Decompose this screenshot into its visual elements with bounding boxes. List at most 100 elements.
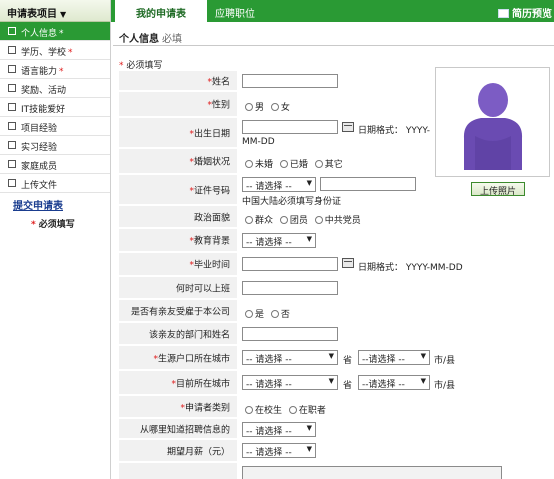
applicant-employed-label: 在职者 [298,406,326,416]
marital-single-radio[interactable]: 未婚 [245,160,273,170]
id-number-input[interactable] [320,177,416,191]
label-education: 教育背景 [193,236,230,247]
chevron-down-icon: ▼ [328,377,334,385]
chevron-down-icon: ▼ [420,377,426,385]
calendar-icon[interactable] [342,258,354,268]
application-form-page: 申请表项目 ▼ 个人信息 * 学历、学校 * 语言能力 * 奖励、活动 IT技能爱好 项… [0,0,554,479]
label-marital: 婚姻状况 [193,157,230,168]
applicant-employed-radio[interactable]: 在职者 [288,406,326,416]
section-title: 个人信息 必填 [119,30,182,45]
label-current-city: 目前所在城市 [175,379,230,389]
politics-league-radio[interactable]: 团员 [279,216,308,226]
gender-radio-group: 男 女 [245,100,294,113]
required-heading-text: 必须填写 [126,61,163,71]
marital-single-label: 未婚 [255,160,274,170]
graduation-date-input[interactable] [242,257,338,271]
row-applicant-type: *申请者类别 在校生 在职者 [119,396,435,418]
marital-other-radio[interactable]: 其它 [314,160,343,170]
row-gender: *性别 男 女 [119,92,435,117]
tab-my-application[interactable]: 我的申请表 [115,0,207,22]
sidebar-item-family[interactable]: 家庭成员 [0,155,110,174]
politics-league-label: 团员 [289,216,308,226]
graduation-date-hint: 日期格式： YYYY-MM-DD [358,263,463,273]
row-birth: *出生日期 日期格式： YYYY- MM-DD [119,118,435,148]
sidebar-item-upload[interactable]: 上传文件 [0,174,110,193]
divider [113,45,554,46]
gender-female-radio[interactable]: 女 [270,103,290,113]
politics-radio-group: 群众 团员 中共党员 [245,213,365,226]
source-select[interactable]: -- 请选择 -- ▼ [242,422,316,437]
education-select-value: -- 请选择 -- [246,238,292,248]
hukou-city-select[interactable]: --请选择 -- ▼ [358,350,430,365]
sidebar-item-label: 学历、学校 [21,48,67,58]
applicant-radio-group: 在校生 在职者 [245,403,330,416]
checkbox-icon [8,46,16,54]
gender-male-radio[interactable]: 男 [245,103,264,113]
sidebar-item-label: 语言能力 [21,67,58,77]
sidebar-required-label: 必须填写 [38,220,75,230]
politics-party-radio[interactable]: 中共党员 [314,216,361,226]
sidebar-item-education[interactable]: 学历、学校 * [0,41,110,60]
sidebar-item-label: 项目经验 [21,124,58,134]
sidebar-item-projects[interactable]: 项目经验 [0,117,110,136]
label-salary: 期望月薪（元） [166,447,230,457]
id-type-select-value: -- 请选择 -- [246,182,292,192]
row-name: *姓名 [119,71,435,91]
current-city-select[interactable]: --请选择 -- ▼ [358,375,430,390]
row-start-date: 何时可以上班 [119,277,435,299]
marital-married-label: 已婚 [289,160,308,170]
calendar-icon[interactable] [342,122,354,132]
chevron-down-icon: ▼ [60,10,67,19]
city-unit: 市/县 [434,381,456,391]
label-graduation: 毕业时间 [193,260,230,271]
birth-date-hint: 日期格式： YYYY- [358,126,431,136]
tab-positions[interactable]: 应聘职位 [215,0,255,22]
label-hukou: 生源户口所在城市 [157,354,230,364]
checkbox-icon [8,179,16,187]
chevron-down-icon: ▼ [328,352,334,360]
id-type-select[interactable]: -- 请选择 -- ▼ [242,177,316,192]
sidebar-item-it-skills[interactable]: IT技能爱好 [0,98,110,117]
name-input[interactable] [242,74,338,88]
marital-other-label: 其它 [324,160,343,170]
label-start-date: 何时可以上班 [175,284,230,294]
relative-dept-input[interactable] [242,327,338,341]
label-name: 姓名 [211,77,230,87]
relative-yes-radio[interactable]: 是 [245,310,264,320]
education-select[interactable]: -- 请选择 -- ▼ [242,233,316,248]
hukou-province-value: -- 请选择 -- [246,355,292,365]
politics-masses-radio[interactable]: 群众 [245,216,273,226]
applicant-student-label: 在校生 [255,406,283,416]
current-province-select[interactable]: -- 请选择 -- ▼ [242,375,338,390]
row-politics: 政治面貌 群众 团员 中共党员 [119,206,435,228]
current-city-value: --请选择 -- [362,380,405,390]
resume-preview-label: 简历预览 [512,9,552,20]
marital-married-radio[interactable]: 已婚 [279,160,308,170]
applicant-student-radio[interactable]: 在校生 [245,406,282,416]
submit-application-link[interactable]: 提交申请表 [13,197,110,212]
sidebar-item-label: 个人信息 [21,29,58,39]
chevron-down-icon: ▼ [306,235,312,243]
sidebar-header[interactable]: 申请表项目 ▼ [0,0,110,22]
resume-preview-button[interactable]: 简历预览 [498,0,552,22]
salary-select[interactable]: -- 请选择 -- ▼ [242,443,316,458]
upload-photo-button[interactable]: 上传照片 [471,182,525,197]
photo-frame [435,67,550,177]
hukou-province-select[interactable]: -- 请选择 -- ▼ [242,350,338,365]
sidebar-item-language[interactable]: 语言能力 * [0,60,110,79]
birth-date-hint-2: MM-DD [242,137,275,147]
birth-date-input[interactable] [242,120,338,134]
sidebar-item-internship[interactable]: 实习经验 [0,136,110,155]
relative-no-radio[interactable]: 否 [270,310,290,320]
start-date-input[interactable] [242,281,338,295]
sidebar-required-note: * 必须填写 [31,220,75,230]
row-current-city: *目前所在城市 -- 请选择 -- ▼ 省 --请选择 -- ▼ 市/县 [119,371,554,395]
row-salary: 期望月薪（元） -- 请选择 -- ▼ [119,440,435,462]
section-subtitle: 必填 [162,34,182,45]
sidebar-item-awards[interactable]: 奖励、活动 [0,79,110,98]
chevron-down-icon: ▼ [306,179,312,187]
label-birth: 出生日期 [193,129,230,139]
sidebar-item-personal[interactable]: 个人信息 * [0,22,110,41]
label-gender: 性别 [211,100,230,111]
textarea-field[interactable] [242,466,502,479]
